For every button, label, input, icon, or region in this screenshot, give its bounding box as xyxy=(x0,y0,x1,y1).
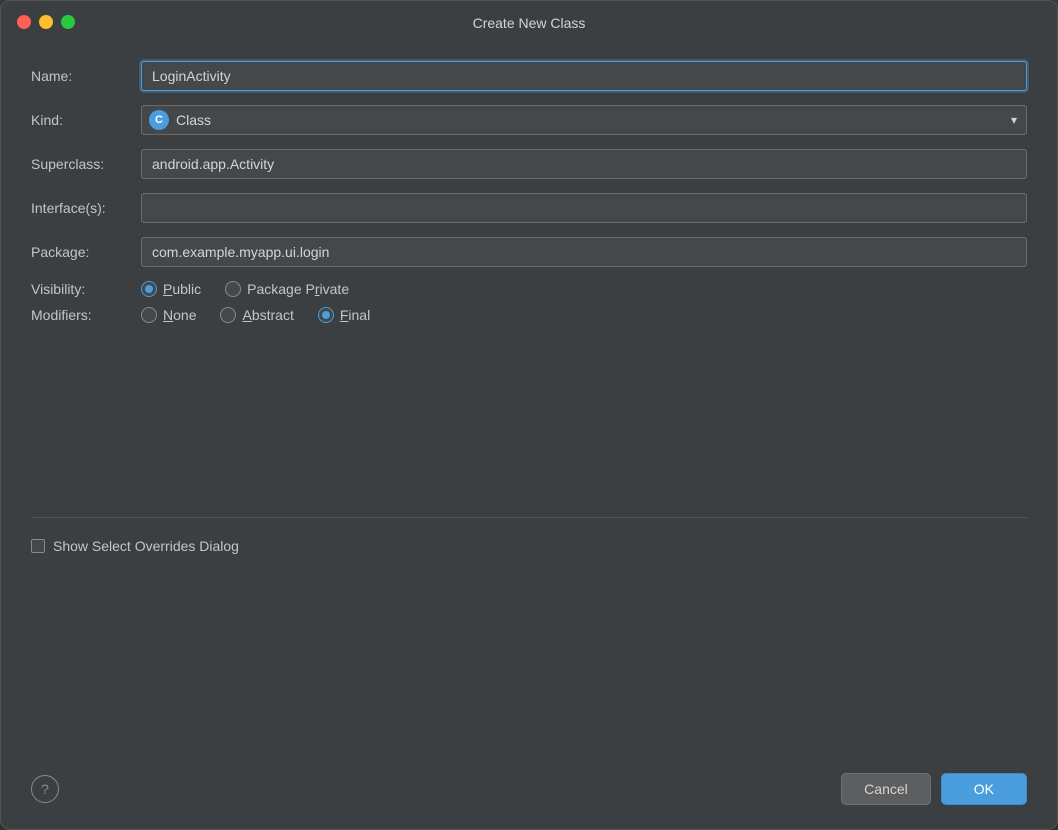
ok-button[interactable]: OK xyxy=(941,773,1027,805)
minimize-button[interactable] xyxy=(39,15,53,29)
window-controls xyxy=(17,15,75,29)
dialog-content: Name: Kind: C Class Interface Enum Annot… xyxy=(1,41,1057,757)
kind-label: Kind: xyxy=(31,112,141,128)
visibility-package-private-option[interactable]: Package Private xyxy=(225,281,349,297)
cancel-button[interactable]: Cancel xyxy=(841,773,931,805)
close-button[interactable] xyxy=(17,15,31,29)
modifiers-radio-group: None Abstract Final xyxy=(141,307,370,323)
kind-select[interactable]: Class Interface Enum Annotation xyxy=(141,105,1027,135)
modifier-abstract-label: Abstract xyxy=(242,307,293,323)
kind-select-wrapper: C Class Interface Enum Annotation ▾ xyxy=(141,105,1027,135)
modifier-abstract-option[interactable]: Abstract xyxy=(220,307,293,323)
package-row: Package: xyxy=(31,237,1027,267)
kind-row: Kind: C Class Interface Enum Annotation … xyxy=(31,105,1027,135)
name-label: Name: xyxy=(31,68,141,84)
visibility-package-private-label: Package Private xyxy=(247,281,349,297)
interfaces-input[interactable] xyxy=(141,193,1027,223)
visibility-public-label: Public xyxy=(163,281,201,297)
create-new-class-dialog: Create New Class Name: Kind: C Class Int… xyxy=(0,0,1058,830)
help-button[interactable]: ? xyxy=(31,775,59,803)
visibility-row: Visibility: Public Package Private xyxy=(31,281,1027,297)
package-label: Package: xyxy=(31,244,141,260)
modifiers-row: Modifiers: None Abstract Final xyxy=(31,307,1027,323)
modifier-none-label: None xyxy=(163,307,196,323)
modifier-none-option[interactable]: None xyxy=(141,307,196,323)
name-row: Name: xyxy=(31,61,1027,91)
visibility-radio-group: Public Package Private xyxy=(141,281,349,297)
modifiers-label: Modifiers: xyxy=(31,307,141,323)
overrides-checkbox[interactable] xyxy=(31,539,45,553)
superclass-input[interactable] xyxy=(141,149,1027,179)
action-buttons: Cancel OK xyxy=(841,773,1027,805)
bottom-bar: ? Cancel OK xyxy=(1,757,1057,829)
visibility-public-option[interactable]: Public xyxy=(141,281,201,297)
visibility-label: Visibility: xyxy=(31,281,141,297)
name-input[interactable] xyxy=(141,61,1027,91)
visibility-package-private-radio[interactable] xyxy=(225,281,241,297)
visibility-public-radio[interactable] xyxy=(141,281,157,297)
modifier-final-radio[interactable] xyxy=(318,307,334,323)
interfaces-row: Interface(s): xyxy=(31,193,1027,223)
modifier-final-option[interactable]: Final xyxy=(318,307,370,323)
interfaces-label: Interface(s): xyxy=(31,200,141,216)
modifier-none-radio[interactable] xyxy=(141,307,157,323)
modifier-abstract-radio[interactable] xyxy=(220,307,236,323)
overrides-checkbox-label[interactable]: Show Select Overrides Dialog xyxy=(53,538,239,554)
maximize-button[interactable] xyxy=(61,15,75,29)
modifier-final-label: Final xyxy=(340,307,370,323)
superclass-row: Superclass: xyxy=(31,149,1027,179)
dialog-title: Create New Class xyxy=(473,15,586,31)
divider xyxy=(31,517,1027,518)
package-input[interactable] xyxy=(141,237,1027,267)
superclass-label: Superclass: xyxy=(31,156,141,172)
kind-class-icon: C xyxy=(149,110,169,130)
spacer xyxy=(31,333,1027,497)
title-bar: Create New Class xyxy=(1,1,1057,41)
checkbox-row: Show Select Overrides Dialog xyxy=(31,538,1027,554)
spacer-bottom xyxy=(31,574,1027,738)
